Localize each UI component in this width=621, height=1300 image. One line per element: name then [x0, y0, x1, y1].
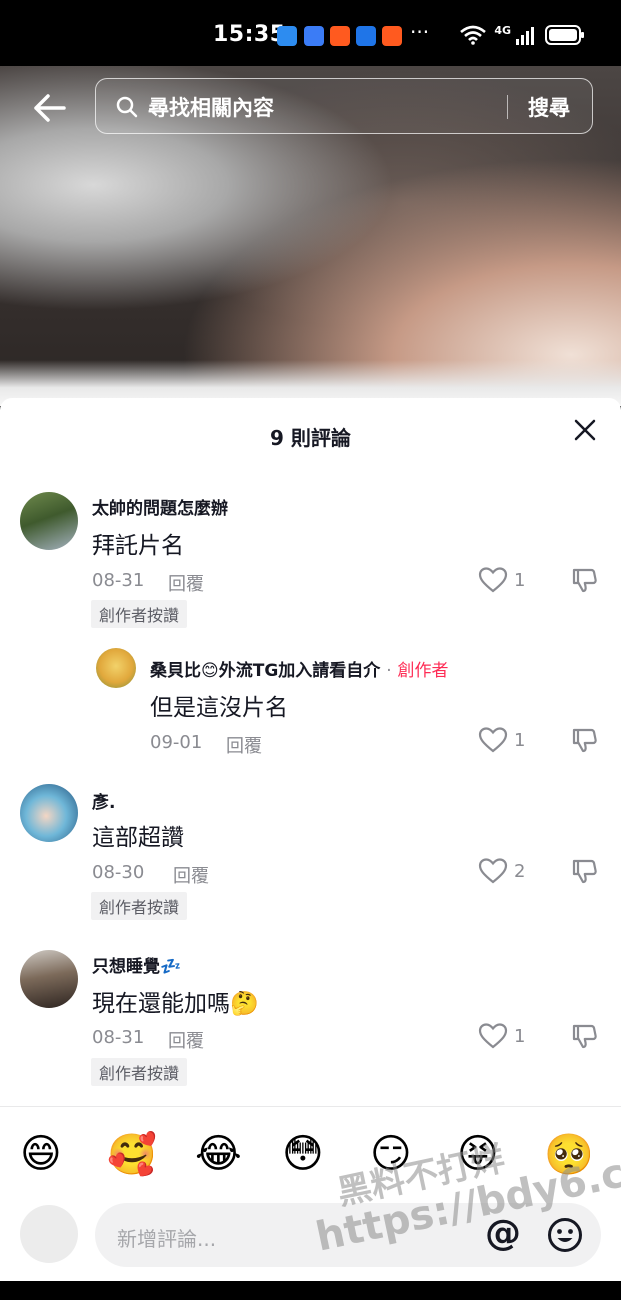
creator-avatar[interactable]	[96, 648, 136, 688]
search-button[interactable]: 搜尋	[528, 92, 570, 122]
comment-username[interactable]: 太帥的問題怎麼辦	[92, 494, 228, 519]
comments-count-title: 9 則評論	[270, 426, 351, 450]
shop-app-icon-2	[382, 26, 402, 46]
comment-date: 08-30	[92, 862, 145, 883]
search-icon	[116, 96, 138, 118]
search-input[interactable]: 尋找相關內容	[148, 92, 274, 122]
search-divider	[507, 95, 508, 119]
network-type-label: 4G	[494, 23, 511, 37]
message-app-icon	[277, 26, 297, 46]
comment-username[interactable]: 只想睡覺💤	[92, 952, 181, 977]
emoji-button[interactable]: 😝	[457, 1131, 499, 1177]
creator-liked-badge: 創作者按讚	[91, 1058, 188, 1086]
close-icon[interactable]	[573, 418, 597, 442]
dislike-icon[interactable]	[571, 857, 599, 885]
comment-input-placeholder: 新增評論...	[117, 1227, 217, 1251]
like-button[interactable]: 1	[478, 726, 525, 754]
comment-input[interactable]: 新增評論... @	[95, 1203, 601, 1267]
wifi-icon	[460, 25, 487, 45]
emoji-button[interactable]: 😂	[195, 1131, 242, 1177]
status-bar: 15:35 ··· 4G	[0, 0, 621, 66]
like-count: 1	[514, 569, 526, 591]
comment-text: 拜託片名	[92, 533, 184, 559]
like-count: 1	[514, 1025, 526, 1047]
avatar[interactable]	[20, 492, 78, 550]
clock: 15:35	[213, 22, 286, 47]
comment-date: 08-31	[92, 570, 145, 591]
comment-text: 現在還能加嗎🤔	[92, 991, 259, 1017]
like-button[interactable]: 1	[478, 1022, 525, 1050]
comment-username[interactable]: 彥.	[92, 788, 115, 813]
cast-app-icon	[304, 26, 324, 46]
comment-text: 這部超讚	[92, 825, 184, 851]
avatar[interactable]	[20, 950, 78, 1008]
creator-liked-badge: 創作者按讚	[91, 600, 188, 628]
reply-date: 09-01	[150, 732, 203, 753]
heart-icon	[478, 567, 508, 593]
emoji-button[interactable]: 😏	[370, 1131, 412, 1177]
emoji-button[interactable]: 😄	[20, 1131, 62, 1177]
dislike-icon[interactable]	[571, 566, 599, 594]
heart-icon	[478, 727, 508, 753]
reply-button[interactable]: 回覆	[173, 862, 209, 888]
comment-date: 08-31	[92, 1027, 145, 1048]
reply-button[interactable]: 回覆	[168, 1027, 204, 1053]
comment-composer: 😄 🥰 😂 😳 😏 😝 🥺 新增評論... @	[0, 1106, 621, 1281]
browser-app-icon	[356, 26, 376, 46]
like-count: 1	[514, 729, 526, 751]
shop-app-icon	[330, 26, 350, 46]
emoji-button[interactable]: 🥺	[544, 1131, 594, 1178]
my-avatar	[20, 1205, 78, 1263]
dislike-icon[interactable]	[571, 1022, 599, 1050]
creator-liked-badge: 創作者按讚	[91, 892, 188, 920]
reply-button[interactable]: 回覆	[168, 570, 204, 596]
reply-button[interactable]: 回覆	[226, 732, 262, 758]
like-button[interactable]: 2	[478, 857, 525, 885]
avatar[interactable]	[20, 784, 78, 842]
mention-button[interactable]: @	[485, 1213, 521, 1254]
like-count: 2	[514, 860, 526, 882]
dislike-icon[interactable]	[571, 726, 599, 754]
more-notifications-icon: ···	[410, 20, 430, 44]
battery-icon	[545, 25, 584, 45]
emoji-picker-icon[interactable]	[547, 1217, 583, 1253]
heart-icon	[478, 1023, 508, 1049]
back-arrow-icon[interactable]	[30, 88, 70, 128]
emoji-button[interactable]: 🥰	[107, 1131, 157, 1178]
signal-icon	[516, 27, 534, 45]
emoji-button[interactable]: 😳	[282, 1131, 324, 1177]
reply-text: 但是這沒片名	[150, 695, 288, 721]
reply-username[interactable]: 桑貝比😊外流TG加入請看自介 · 創作者	[150, 656, 449, 681]
search-bar[interactable]: 尋找相關內容 搜尋	[95, 78, 593, 134]
creator-tag: 創作者	[397, 661, 449, 681]
heart-icon	[478, 858, 508, 884]
like-button[interactable]: 1	[478, 566, 525, 594]
